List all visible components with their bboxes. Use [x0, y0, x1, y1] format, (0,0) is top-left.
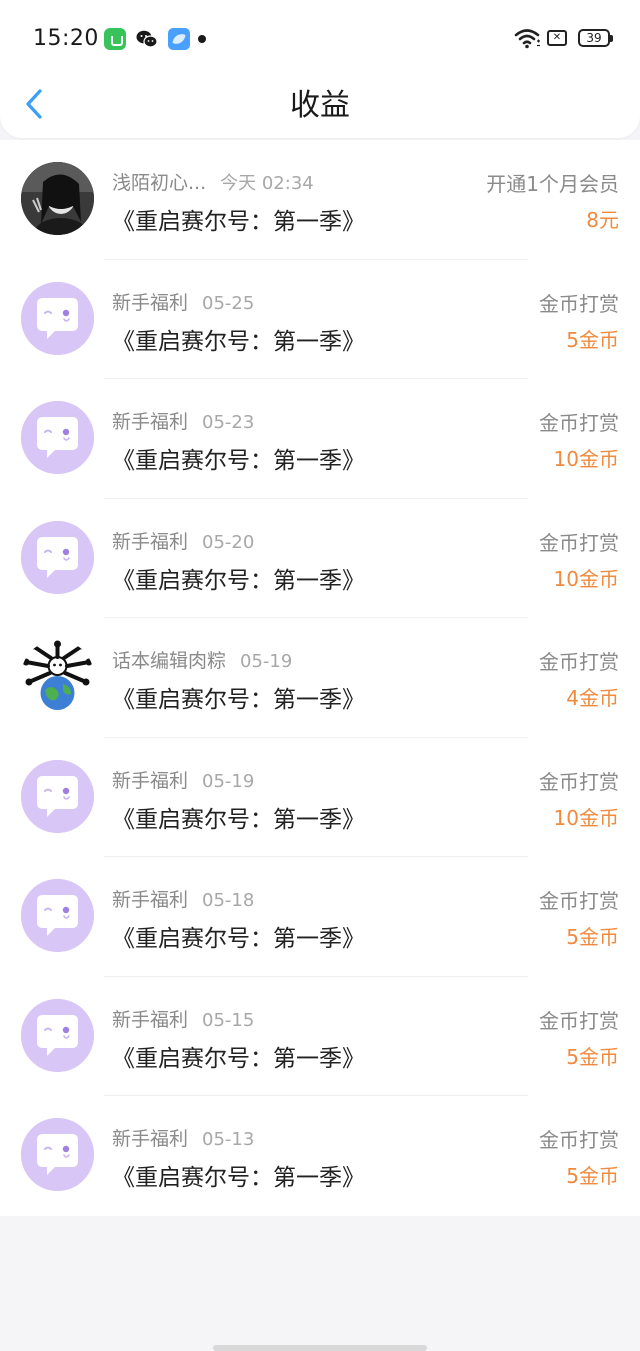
- item-date: 05-15: [202, 1009, 255, 1031]
- page-title: 收益: [290, 88, 350, 123]
- earning-type: 金币打赏: [539, 530, 619, 555]
- item-date: 今天 02:34: [220, 173, 314, 194]
- item-date: 05-23: [202, 412, 255, 433]
- earning-amount: 8元: [586, 208, 619, 232]
- sender-name: 新手福利: [112, 1008, 189, 1031]
- list-item[interactable]: 话本编辑肉粽 05-19 《重启赛尔号：第一季》 金币打赏 4金币: [0, 618, 640, 738]
- browser-icon: [168, 28, 190, 50]
- earning-type: 金币打赏: [539, 1008, 619, 1033]
- wifi-icon: [514, 27, 542, 53]
- item-date: 05-13: [202, 1129, 255, 1150]
- chat-bubble-avatar: [21, 998, 94, 1072]
- chat-bubble-avatar: [21, 520, 94, 594]
- photo-avatar: [21, 162, 94, 235]
- home-indicator[interactable]: [213, 1345, 427, 1351]
- sender-name: 话本编辑肉粽: [112, 650, 227, 672]
- earning-amount: 10金币: [553, 447, 619, 471]
- earnings-list: 浅陌初心... 今天 02:34 《重启赛尔号：第一季》 开通1个月会员 8元 新…: [0, 140, 640, 1216]
- app-store-icon: [104, 28, 126, 50]
- earning-type: 金币打赏: [539, 889, 619, 913]
- book-title: 《重启赛尔号：第一季》: [112, 806, 365, 833]
- book-title: 《重启赛尔号：第一季》: [112, 1045, 365, 1072]
- sim-off-icon: ✕: [547, 30, 567, 46]
- book-title: 《重启赛尔号：第一季》: [112, 567, 365, 594]
- earning-amount: 5金币: [566, 925, 619, 949]
- book-title: 《重启赛尔号：第一季》: [112, 209, 365, 235]
- sender-name: 新手福利: [112, 769, 189, 792]
- item-date: 05-25: [202, 292, 255, 314]
- chat-bubble-avatar: [21, 401, 94, 474]
- globe-avatar: [21, 640, 94, 713]
- book-title: 《重启赛尔号：第一季》: [112, 1165, 365, 1191]
- earning-amount: 5金币: [566, 327, 619, 352]
- item-date: 05-20: [202, 531, 255, 553]
- notification-dot-icon: [198, 35, 206, 43]
- list-item[interactable]: 新手福利 05-20 《重启赛尔号：第一季》 金币打赏 10金币: [0, 499, 640, 618]
- book-title: 《重启赛尔号：第一季》: [112, 328, 365, 355]
- sender-name: 浅陌初心...: [112, 172, 207, 194]
- earning-amount: 10金币: [553, 805, 619, 830]
- earning-type: 金币打赏: [539, 769, 619, 794]
- earning-type: 金币打赏: [539, 650, 619, 674]
- chat-bubble-avatar: [21, 759, 94, 833]
- earning-amount: 5金币: [566, 1044, 619, 1069]
- list-item[interactable]: 新手福利 05-18 《重启赛尔号：第一季》 金币打赏 5金币: [0, 857, 640, 977]
- battery-icon: 39: [578, 29, 613, 47]
- sender-name: 新手福利: [112, 1128, 189, 1150]
- list-item[interactable]: 新手福利 05-15 《重启赛尔号：第一季》 金币打赏 5金币: [0, 977, 640, 1096]
- list-item[interactable]: 新手福利 05-23 《重启赛尔号：第一季》 金币打赏 10金币: [0, 379, 640, 499]
- status-bar: 15:20 ✕ 39: [0, 0, 640, 80]
- earning-amount: 5金币: [566, 1164, 619, 1188]
- sender-name: 新手福利: [112, 411, 189, 433]
- list-item[interactable]: 浅陌初心... 今天 02:34 《重启赛尔号：第一季》 开通1个月会员 8元: [0, 140, 640, 260]
- chat-bubble-avatar: [21, 1118, 94, 1191]
- book-title: 《重启赛尔号：第一季》: [112, 687, 365, 713]
- list-item[interactable]: 新手福利 05-25 《重启赛尔号：第一季》 金币打赏 5金币: [0, 260, 640, 379]
- sender-name: 新手福利: [112, 291, 189, 314]
- earning-type: 金币打赏: [539, 291, 619, 316]
- earning-amount: 10金币: [553, 566, 619, 591]
- chat-bubble-avatar: [21, 879, 94, 952]
- chat-bubble-avatar: [21, 281, 94, 355]
- item-date: 05-19: [240, 651, 293, 672]
- item-date: 05-19: [202, 770, 255, 792]
- earning-type: 金币打赏: [539, 411, 619, 435]
- list-item[interactable]: 新手福利 05-19 《重启赛尔号：第一季》 金币打赏 10金币: [0, 738, 640, 857]
- earning-type: 金币打赏: [539, 1128, 619, 1152]
- earning-type: 开通1个月会员: [486, 172, 619, 196]
- book-title: 《重启赛尔号：第一季》: [112, 448, 365, 474]
- list-item[interactable]: 新手福利 05-13 《重启赛尔号：第一季》 金币打赏 5金币: [0, 1096, 640, 1216]
- top-bar: 15:20 ✕ 39 收益: [0, 0, 640, 138]
- earning-amount: 4金币: [566, 686, 619, 710]
- sender-name: 新手福利: [112, 530, 189, 553]
- book-title: 《重启赛尔号：第一季》: [112, 926, 365, 952]
- status-time: 15:20: [33, 26, 99, 51]
- sender-name: 新手福利: [112, 889, 189, 911]
- wechat-icon: [136, 28, 158, 50]
- item-date: 05-18: [202, 890, 255, 911]
